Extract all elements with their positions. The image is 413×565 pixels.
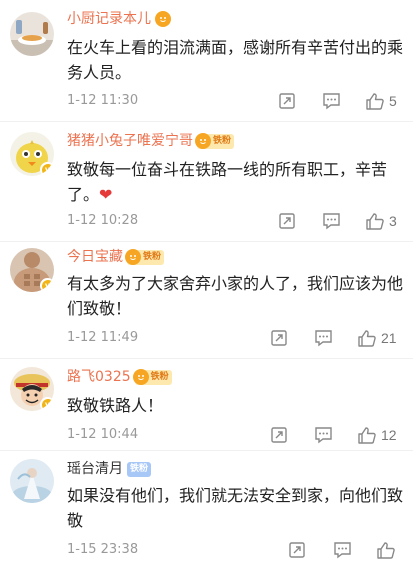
fan-badge: 铁粉 <box>195 133 235 149</box>
avatar[interactable]: v <box>10 132 54 176</box>
avatar[interactable] <box>10 12 54 56</box>
fan-badge: 铁粉 <box>125 249 165 265</box>
comment-icon <box>315 427 332 444</box>
share-button[interactable] <box>270 327 288 349</box>
username[interactable]: 猪猪小兔子唯爱宁哥 铁粉 <box>67 132 235 150</box>
comment-text: 在火车上看的泪流满面，感谢所有辛苦付出的乘务人员。 <box>67 38 404 82</box>
comment-meta: 1-12 10:44 12 <box>0 424 413 446</box>
username-text[interactable]: 猪猪小兔子唯爱宁哥 <box>67 132 193 150</box>
comment-icon <box>315 330 332 347</box>
comment-icon <box>323 93 340 110</box>
comment-meta: 1-12 10:28 3 <box>0 210 413 232</box>
heart-emoji: ❤ <box>99 185 113 204</box>
fan-badge-icon <box>155 11 171 27</box>
share-button[interactable] <box>278 90 296 112</box>
verified-icon: v <box>40 162 54 176</box>
comment-item: v 今日宝藏 铁粉 有太多为了大家舍弃小家的人了，我们应该为他们致敬！ 1-12… <box>0 242 413 359</box>
fan-badge-icon <box>125 249 141 265</box>
username-text[interactable]: 今日宝藏 <box>67 248 123 266</box>
share-icon <box>271 427 287 443</box>
avatar[interactable]: v <box>10 248 54 292</box>
like-icon <box>366 92 384 110</box>
comment-text-body: 致敬每一位奋斗在铁路一线的所有职工，辛苦了。 <box>67 160 388 204</box>
verified-icon: v <box>40 278 54 292</box>
comment-time: 1-12 10:44 <box>67 427 139 442</box>
username-text[interactable]: 瑶台清月 <box>67 460 123 478</box>
like-icon <box>377 541 395 559</box>
comment-time: 1-12 10:28 <box>67 213 139 228</box>
like-count: 5 <box>389 93 397 109</box>
share-icon <box>289 542 305 558</box>
fan-badge-label: 铁粉 <box>150 372 169 382</box>
fan-badge-label: 铁粉 <box>130 464 149 474</box>
like-count: 3 <box>389 213 397 229</box>
comment-icon <box>323 213 340 230</box>
comment-time: 1-12 11:30 <box>67 93 139 108</box>
like-button[interactable]: 12 <box>357 424 397 446</box>
comment-text: 致敬铁路人！ <box>67 396 164 415</box>
comment-meta: 1-12 11:49 21 <box>0 327 413 349</box>
fan-badge-icon <box>132 369 149 385</box>
fan-badge-label: 铁粉 <box>143 252 162 262</box>
share-icon <box>271 330 287 346</box>
comment-icon <box>334 542 351 559</box>
like-count: 21 <box>381 330 397 346</box>
comment-item: v 路飞0325 铁粉 致敬铁路人！ 1-12 10:44 12 <box>0 359 413 451</box>
username[interactable]: 小厨记录本儿 <box>67 10 171 28</box>
reply-button[interactable] <box>322 90 341 112</box>
share-button[interactable] <box>270 424 288 446</box>
reply-button[interactable] <box>314 327 333 349</box>
like-button[interactable] <box>376 539 400 561</box>
comment-text: 致敬每一位奋斗在铁路一线的所有职工，辛苦了。❤ <box>67 157 407 207</box>
share-icon <box>279 93 295 109</box>
like-button[interactable]: 5 <box>365 90 397 112</box>
like-button[interactable]: 3 <box>365 210 397 232</box>
share-button[interactable] <box>278 210 296 232</box>
fan-badge-label: 铁粉 <box>213 136 232 146</box>
reply-button[interactable] <box>333 539 352 561</box>
fan-badge: 铁粉 <box>127 461 152 477</box>
share-button[interactable] <box>288 539 306 561</box>
comment-meta: 1-15 23:38 <box>0 539 413 561</box>
username[interactable]: 路飞0325 铁粉 <box>67 368 172 386</box>
username[interactable]: 瑶台清月 铁粉 <box>67 460 152 478</box>
comment-meta: 1-12 11:30 5 <box>0 90 413 112</box>
comment-time: 1-12 11:49 <box>67 330 139 345</box>
comment-item: v 猪猪小兔子唯爱宁哥 铁粉 致敬每一位奋斗在铁路一线的所有职工，辛苦了。❤ 1… <box>0 122 413 242</box>
comment-time: 1-15 23:38 <box>67 542 139 557</box>
comment-item: 小厨记录本儿 在火车上看的泪流满面，感谢所有辛苦付出的乘务人员。 1-12 11… <box>0 0 413 122</box>
reply-button[interactable] <box>314 424 333 446</box>
like-icon <box>366 212 384 230</box>
avatar[interactable] <box>10 459 54 503</box>
avatar[interactable]: v <box>10 367 54 411</box>
fan-badge-icon <box>195 133 211 149</box>
verified-icon: v <box>40 397 54 411</box>
share-icon <box>279 213 295 229</box>
like-icon <box>358 329 376 347</box>
reply-button[interactable] <box>322 210 341 232</box>
username-text[interactable]: 小厨记录本儿 <box>67 10 151 28</box>
comment-item: 瑶台清月 铁粉 如果没有他们，我们就无法安全到家，向他们致敬 1-15 23:3… <box>0 451 413 565</box>
like-button[interactable]: 21 <box>357 327 397 349</box>
like-icon <box>358 426 376 444</box>
like-count: 12 <box>381 427 397 443</box>
comment-text: 如果没有他们，我们就无法安全到家，向他们致敬 <box>67 486 404 530</box>
username-text[interactable]: 路飞0325 <box>67 368 131 386</box>
fan-badge: 铁粉 <box>132 369 172 385</box>
comment-text: 有太多为了大家舍弃小家的人了，我们应该为他们致敬！ <box>67 274 404 318</box>
username[interactable]: 今日宝藏 铁粉 <box>67 248 165 266</box>
